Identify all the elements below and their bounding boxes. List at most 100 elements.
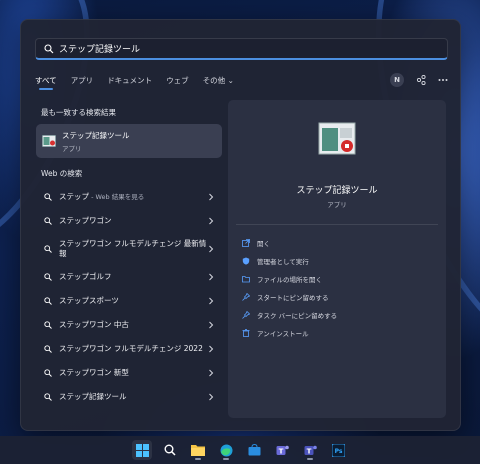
app-detail-pane: ステップ記録ツール アプリ 開く 管理者として実行 ファイルの場所を開く スター…	[228, 100, 446, 418]
web-result-item[interactable]: ステップワゴン	[36, 209, 222, 233]
teams-work-glyph-icon: T	[304, 445, 317, 455]
photoshop-glyph-icon: Ps	[331, 443, 345, 457]
tab-web[interactable]: ウェブ	[166, 75, 189, 86]
web-result-item[interactable]: ステップワゴン 新型	[36, 361, 222, 385]
photoshop-icon[interactable]: Ps	[328, 440, 348, 460]
web-result-item[interactable]: ステップワゴン フルモデルチェンジ 最新情報	[36, 233, 222, 265]
folder-glyph-icon	[191, 445, 205, 456]
app-kind: アプリ	[327, 201, 347, 209]
pin-icon	[242, 311, 250, 319]
search-icon	[44, 43, 54, 53]
windows-logo-icon	[135, 443, 149, 457]
web-result-label: ステップワゴン フルモデルチェンジ 最新情報	[59, 238, 207, 258]
web-search-heading: Web の検索	[41, 169, 83, 178]
tab-apps[interactable]: アプリ	[71, 75, 94, 86]
action-uninstall[interactable]: アンインストール	[242, 324, 337, 342]
tab-documents[interactable]: ドキュメント	[107, 75, 152, 86]
chevron-right-icon	[209, 217, 214, 225]
search-icon	[44, 345, 52, 353]
chevron-right-icon	[209, 369, 214, 377]
web-result-item[interactable]: ステップゴルフ	[36, 265, 222, 289]
divider	[236, 224, 438, 225]
file-explorer-icon[interactable]	[188, 440, 208, 460]
web-result-label: ステップワゴン 新型	[59, 367, 129, 377]
web-result-label: ステップスポーツ	[59, 295, 119, 305]
taskbar: T T Ps	[0, 436, 480, 464]
web-result-item[interactable]: ステップ記録ツール	[36, 385, 222, 409]
best-match-item[interactable]: ステップ記録ツール アプリ	[36, 124, 222, 158]
web-result-sub: - Web 結果を見る	[89, 192, 145, 201]
store-icon[interactable]	[244, 440, 264, 460]
chevron-right-icon	[209, 345, 214, 353]
trash-icon	[242, 329, 250, 337]
search-box[interactable]	[35, 38, 448, 60]
web-result-label: ステップ記録ツール	[59, 391, 127, 401]
folder-icon	[242, 276, 250, 283]
tab-all[interactable]: すべて	[35, 75, 57, 90]
teams-glyph-icon: T	[276, 445, 289, 455]
steps-recorder-icon	[318, 122, 356, 155]
action-label: 開く	[257, 240, 270, 248]
web-result-label: ステップ - Web 結果を見る	[59, 192, 208, 202]
pin-icon	[242, 293, 250, 301]
web-results-list: ステップ - Web 結果を見る ステップワゴン ステップワゴン フルモデルチェ…	[36, 185, 222, 409]
start-search-panel: すべて アプリ ドキュメント ウェブ その他 ⌄ N 最も一致する検索結果 ステ…	[20, 19, 461, 431]
chevron-right-icon	[209, 245, 214, 253]
search-icon	[44, 273, 52, 281]
action-run-as-admin[interactable]: 管理者として実行	[242, 252, 337, 270]
edge-icon[interactable]	[216, 440, 236, 460]
web-result-item[interactable]: ステップスポーツ	[36, 289, 222, 313]
store-glyph-icon	[248, 444, 260, 456]
account-avatar[interactable]: N	[390, 73, 404, 87]
action-pin-to-taskbar[interactable]: タスク バーにピン留めする	[242, 306, 337, 324]
chevron-right-icon	[209, 273, 214, 281]
chevron-right-icon	[209, 321, 214, 329]
svg-text:Ps: Ps	[334, 448, 342, 455]
action-open-file-location[interactable]: ファイルの場所を開く	[242, 270, 337, 288]
web-result-item[interactable]: ステップワゴン フルモデルチェンジ 2022	[36, 337, 222, 361]
search-icon	[44, 297, 52, 305]
search-icon	[44, 245, 52, 253]
search-icon	[44, 193, 52, 201]
action-label: アンインストール	[257, 330, 309, 338]
filter-bar: すべて アプリ ドキュメント ウェブ その他 ⌄ N	[35, 73, 448, 90]
tab-more[interactable]: その他 ⌄	[203, 75, 234, 86]
tab-more-label: その他	[202, 75, 226, 85]
app-actions: 開く 管理者として実行 ファイルの場所を開く スタートにピン留めする タスク バ…	[242, 234, 337, 342]
web-result-item[interactable]: ステップ - Web 結果を見る	[36, 185, 222, 209]
search-icon	[44, 321, 52, 329]
more-options-icon[interactable]	[438, 78, 448, 82]
share-icon[interactable]	[416, 75, 426, 85]
best-match-heading: 最も一致する検索結果	[41, 108, 116, 117]
teams-icon[interactable]: T	[272, 440, 292, 460]
action-label: タスク バーにピン留めする	[257, 312, 338, 320]
search-icon[interactable]	[160, 440, 180, 460]
app-title: ステップ記録ツール	[296, 186, 378, 196]
running-indicator	[195, 458, 201, 460]
chevron-down-icon: ⌄	[227, 75, 234, 85]
best-match-title: ステップ記録ツール	[62, 130, 130, 140]
web-result-item[interactable]: ステップワゴン 中古	[36, 313, 222, 337]
web-result-text: ステップ	[59, 191, 89, 201]
web-result-label: ステップワゴン フルモデルチェンジ 2022	[59, 343, 203, 353]
open-icon	[242, 239, 250, 247]
teams-work-icon[interactable]: T	[300, 440, 320, 460]
web-result-label: ステップワゴン 中古	[59, 319, 129, 329]
svg-text:T: T	[306, 447, 311, 455]
steps-recorder-icon	[42, 135, 56, 147]
search-input[interactable]	[59, 43, 439, 54]
search-glyph-icon	[164, 444, 176, 456]
search-icon	[44, 393, 52, 401]
action-label: 管理者として実行	[257, 258, 309, 266]
web-result-label: ステップゴルフ	[59, 271, 112, 281]
action-open[interactable]: 開く	[242, 234, 337, 252]
best-match-subtitle: アプリ	[62, 144, 82, 153]
search-icon	[44, 217, 52, 225]
chevron-right-icon	[209, 297, 214, 305]
search-icon	[44, 369, 52, 377]
svg-text:T: T	[278, 447, 283, 455]
windows-start-icon[interactable]	[132, 440, 152, 460]
action-pin-to-start[interactable]: スタートにピン留めする	[242, 288, 337, 306]
running-indicator	[223, 458, 229, 460]
edge-glyph-icon	[220, 444, 232, 456]
